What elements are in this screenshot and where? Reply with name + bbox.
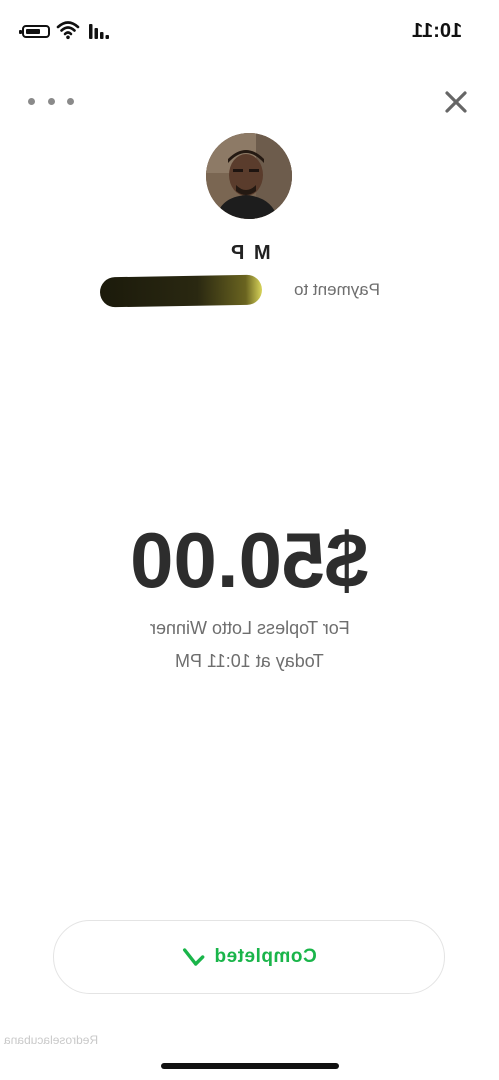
- watermark: Redroselacubana: [4, 1033, 98, 1047]
- dot: [47, 97, 55, 105]
- completed-status-button[interactable]: Completed: [53, 920, 445, 994]
- checkmark-icon: [182, 948, 205, 966]
- payment-line: Payment to: [99, 274, 400, 308]
- recipient-name-text: M P: [228, 242, 271, 264]
- redaction-mark: [99, 274, 263, 308]
- recipient-name: M P: [0, 242, 499, 265]
- status-bar: 10:11: [0, 0, 499, 58]
- battery-icon: [19, 25, 50, 38]
- status-inner: Completed: [182, 946, 317, 968]
- payment-note: For Topless Lotto Winner: [0, 618, 499, 639]
- dot: [67, 97, 74, 105]
- avatar: [206, 133, 292, 219]
- home-indicator[interactable]: [161, 1063, 339, 1069]
- watermark-text: Redroselacubana: [4, 1033, 99, 1047]
- payment-timestamp-text: Today at 10:11 PM: [175, 651, 324, 671]
- avatar-photo: [206, 133, 292, 219]
- payment-amount: $50.00: [0, 515, 499, 606]
- payment-timestamp: Today at 10:11 PM: [0, 651, 499, 672]
- more-dots-icon[interactable]: [28, 90, 74, 112]
- payment-prefix: Payment to: [294, 280, 380, 299]
- payment-note-text: For Topless Lotto Winner: [149, 618, 350, 638]
- wifi-icon: [56, 21, 80, 40]
- status-time: 10:11: [412, 20, 463, 42]
- close-icon[interactable]: [440, 86, 472, 118]
- signal-icon: [89, 24, 109, 39]
- status-label: Completed: [213, 946, 317, 967]
- payment-amount-text: $50.00: [130, 516, 369, 604]
- dot: [28, 97, 35, 105]
